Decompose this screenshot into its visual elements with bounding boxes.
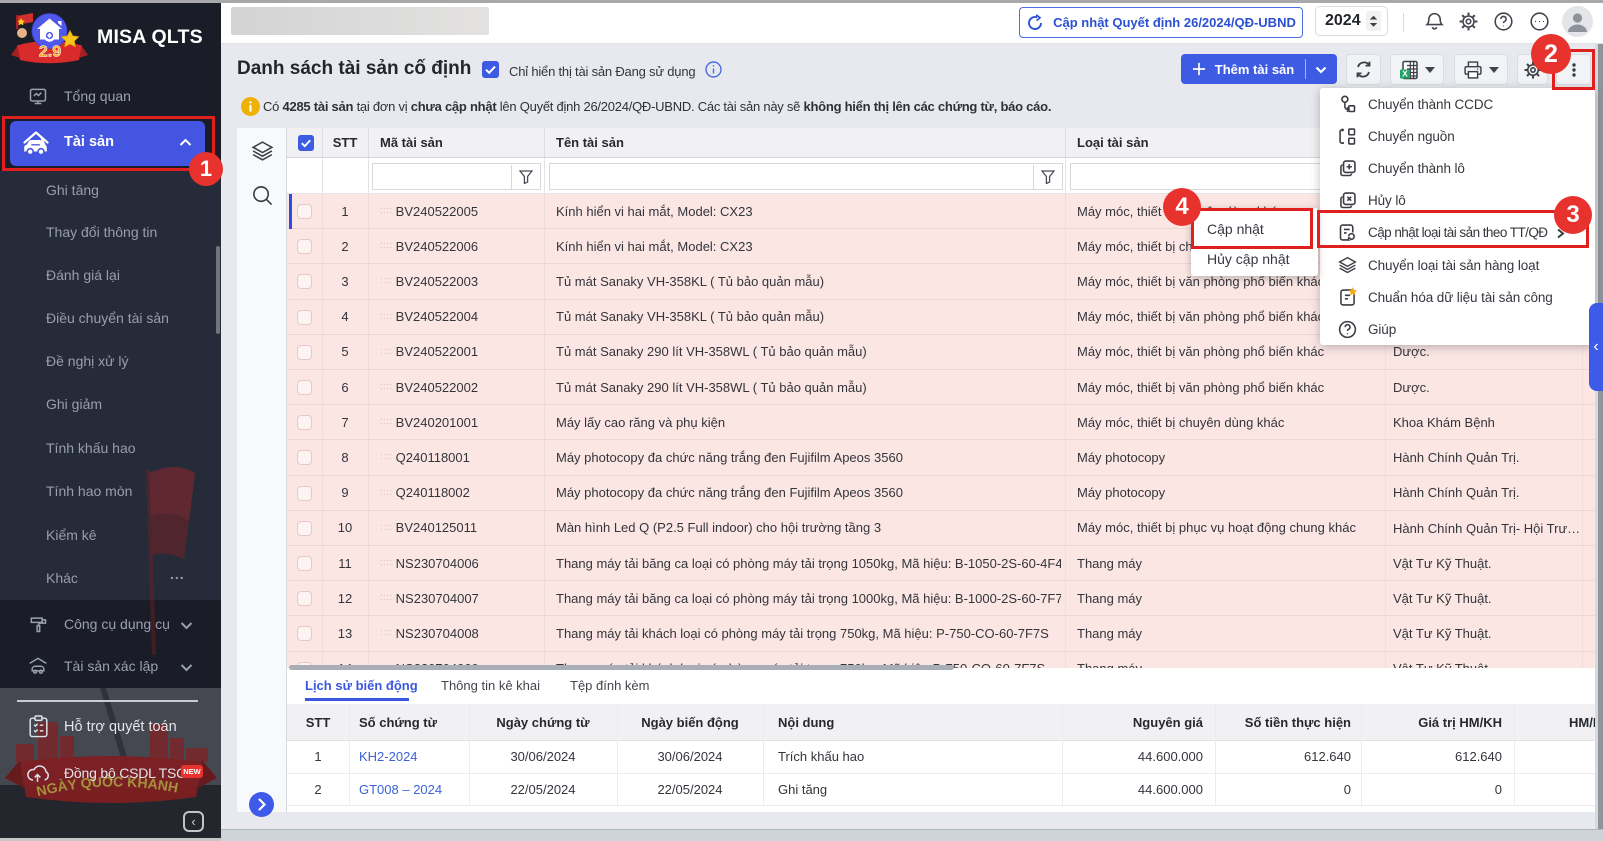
svg-text:X: X	[1402, 68, 1408, 78]
